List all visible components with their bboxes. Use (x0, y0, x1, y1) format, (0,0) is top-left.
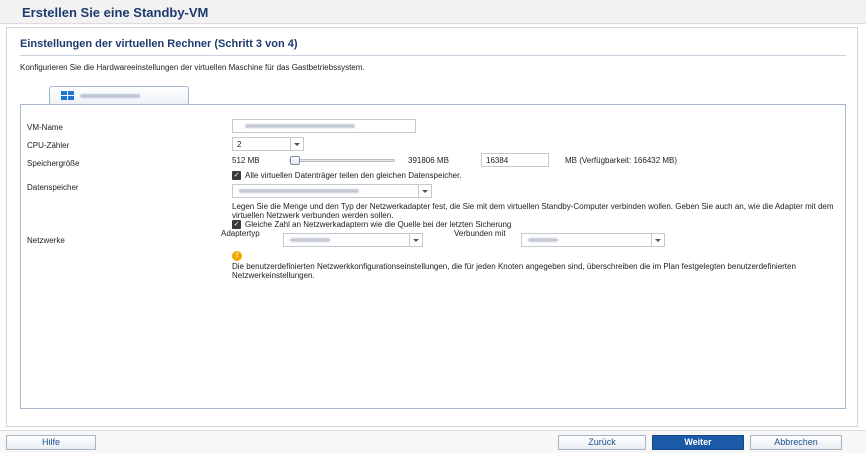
adapter-type-label: Adaptertyp (221, 229, 260, 238)
network-checkbox[interactable]: ✓ (232, 220, 241, 229)
chevron-down-icon[interactable] (290, 138, 303, 150)
vm-name-label: VM-Name (27, 123, 64, 132)
chevron-down-icon[interactable] (651, 234, 664, 246)
wizard-dialog: Einstellungen der virtuellen Rechner (Sc… (6, 27, 858, 427)
datastore-checkbox-label: Alle virtuellen Datenträger teilen den g… (245, 171, 462, 180)
cpu-select[interactable]: 2 (232, 137, 304, 151)
tab-node[interactable] (49, 86, 189, 104)
window-title: Erstellen Sie eine Standby-VM (22, 5, 209, 20)
memory-max: 391806 MB (408, 156, 449, 165)
cancel-button[interactable]: Abbrechen (750, 435, 842, 450)
network-info: Legen Sie die Menge und den Typ der Netz… (232, 202, 834, 220)
windows-logo-icon (61, 91, 74, 100)
warning-icon: ! (232, 251, 242, 261)
datastore-value-redacted (239, 189, 359, 193)
footer-bar: Hilfe Zurück Weiter Abbrechen (0, 430, 866, 453)
settings-panel: VM-Name CPU-Zähler 2 Speichergröße 512 M… (20, 104, 846, 409)
datastore-label: Datenspeicher (27, 183, 79, 192)
connected-with-select[interactable] (521, 233, 665, 247)
network-checkbox-label: Gleiche Zahl an Netzwerkadaptern wie die… (245, 220, 512, 229)
window-title-bar: Erstellen Sie eine Standby-VM (0, 0, 866, 24)
memory-label: Speichergröße (27, 159, 80, 168)
step-description: Konfigurieren Sie die Hardwareeinstellun… (20, 63, 365, 72)
networks-label: Netzwerke (27, 236, 65, 245)
step-divider (20, 55, 846, 56)
help-button[interactable]: Hilfe (6, 435, 96, 450)
memory-slider[interactable] (289, 156, 395, 165)
chevron-down-icon[interactable] (418, 185, 431, 197)
memory-input[interactable]: 16384 (481, 153, 549, 167)
memory-min: 512 MB (232, 156, 260, 165)
memory-slider-handle[interactable] (290, 156, 300, 165)
next-button[interactable]: Weiter (652, 435, 744, 450)
step-title: Einstellungen der virtuellen Rechner (Sc… (20, 38, 298, 50)
connected-with-label: Verbunden mit (454, 229, 506, 238)
cpu-value: 2 (237, 140, 242, 149)
cpu-label: CPU-Zähler (27, 141, 70, 150)
memory-value: 16384 (486, 156, 509, 165)
vm-name-redacted (245, 124, 355, 128)
datastore-checkbox[interactable]: ✓ (232, 171, 241, 180)
connected-with-redacted (528, 238, 558, 242)
adapter-type-redacted (290, 238, 330, 242)
chevron-down-icon[interactable] (409, 234, 422, 246)
back-button[interactable]: Zurück (558, 435, 646, 450)
datastore-select[interactable] (232, 184, 432, 198)
vm-name-input[interactable] (232, 119, 416, 133)
memory-availability: MB (Verfügbarkeit: 166432 MB) (565, 156, 678, 165)
tab-label-redacted (80, 94, 140, 98)
warning-text: Die benutzerdefinierten Netzwerkkonfigur… (232, 262, 796, 280)
adapter-type-select[interactable] (283, 233, 423, 247)
